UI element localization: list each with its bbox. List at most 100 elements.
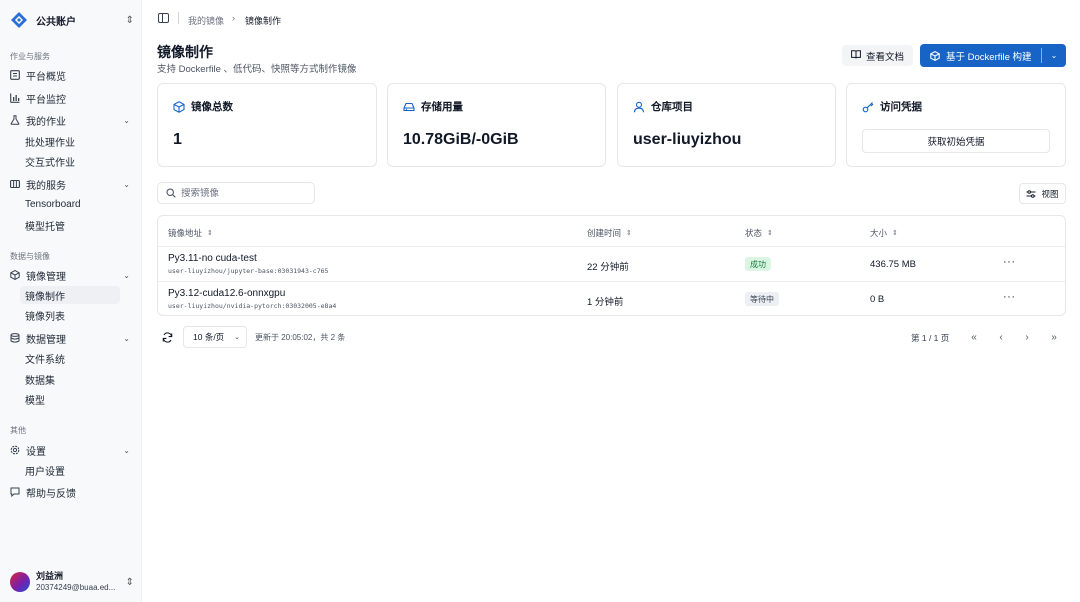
image-size: 436.75 MB (870, 259, 916, 270)
last-page-button[interactable]: » (1045, 328, 1063, 346)
page-size-select[interactable]: 10 条/页 ⌄ (183, 326, 247, 348)
sidebar-item-jobs[interactable]: 我的作业 ⌄ (8, 111, 134, 129)
build-options-dropdown[interactable]: ⌄ (1042, 51, 1066, 60)
sidebar-item-services[interactable]: 我的服务 ⌄ (8, 175, 134, 193)
page-subtitle: 支持 Dockerfile 、低代码、快照等方式制作镜像 (157, 64, 357, 75)
column-header-label: 创建时间 (587, 228, 622, 238)
sidebar-item-label: 平台监控 (26, 94, 66, 106)
search-input[interactable] (181, 187, 301, 199)
build-dockerfile-main[interactable]: 基于 Dockerfile 构建 (920, 49, 1041, 63)
avatar (10, 572, 30, 592)
account-switcher[interactable]: 公共账户 ⇕ (10, 10, 134, 30)
card-credential: 访问凭据 获取初始凭据 (846, 83, 1066, 167)
sidebar-item-jobs-interactive[interactable]: 交互式作业 (20, 152, 120, 170)
table-row[interactable]: Py3.11-no cuda-test user-liuyizhou/jupyt… (158, 247, 1065, 282)
sidebar-item-image-list[interactable]: 镜像列表 (20, 306, 120, 324)
sidebar-item-user-settings[interactable]: 用户设置 (20, 461, 120, 479)
topbar: 我的镜像 › 镜像制作 (143, 0, 1080, 38)
image-address: user-liuyizhou/nvidia-pytorch:03032005-e… (168, 302, 337, 310)
image-name: Py3.12-cuda12.6-onnxgpu (168, 288, 286, 299)
sidebar-item-label: 帮助与反馈 (26, 488, 76, 500)
bar-chart-icon (10, 93, 20, 103)
next-page-button[interactable]: › (1018, 328, 1036, 346)
user-info: 刘益洲 20374249@buaa.ed... (36, 571, 126, 593)
card-storage: 存储用量 10.78GiB/-0GiB (387, 83, 606, 167)
table-row[interactable]: Py3.12-cuda12.6-onnxgpu user-liuyizhou/n… (158, 282, 1065, 315)
sidebar-item-label: 我的服务 (26, 180, 66, 192)
sidebar-item-overview[interactable]: 平台概览 (8, 66, 134, 84)
sidebar-item-label: 设置 (26, 446, 46, 458)
sidebar-toggle-icon[interactable] (158, 13, 169, 23)
more-actions-icon[interactable]: ··· (1003, 291, 1016, 303)
column-header-created[interactable]: 创建时间 ⇕ (587, 227, 632, 239)
build-dockerfile-button[interactable]: 基于 Dockerfile 构建 ⌄ (920, 44, 1066, 67)
view-options-button[interactable]: 视图 (1019, 183, 1066, 204)
sidebar-item-filesystem[interactable]: 文件系统 (20, 349, 120, 367)
divider (178, 12, 179, 24)
image-name: Py3.11-no cuda-test (168, 253, 257, 264)
package-icon (10, 270, 20, 280)
image-table: 镜像地址 ⇕ 创建时间 ⇕ 状态 ⇕ 大小 ⇕ Py3.11-no cuda-test … (157, 215, 1066, 316)
card-header: 仓库项目 (633, 99, 693, 114)
sidebar-item-settings[interactable]: 设置 ⌄ (8, 441, 134, 459)
image-size: 0 B (870, 294, 885, 305)
user-menu[interactable]: 刘益洲 20374249@buaa.ed... ⇕ (10, 570, 134, 594)
hard-drive-icon (403, 101, 415, 113)
sidebar-item-model[interactable]: 模型 (20, 390, 120, 408)
card-label: 访问凭据 (880, 101, 922, 113)
search-box[interactable] (157, 182, 315, 204)
column-header-label: 状态 (745, 228, 763, 238)
first-page-button[interactable]: « (965, 328, 983, 346)
chevrons-right-icon: » (1051, 331, 1057, 343)
page-info: 第 1 / 1 页 (911, 333, 950, 343)
search-icon (166, 188, 176, 198)
column-header-label: 大小 (870, 228, 888, 238)
chevron-down-icon: ⌄ (123, 115, 130, 125)
sidebar-item-dataset[interactable]: 数据集 (20, 370, 120, 388)
sidebar-item-data-mgmt[interactable]: 数据管理 ⌄ (8, 329, 134, 347)
section-label-work: 作业与服务 (10, 52, 50, 61)
card-header: 存储用量 (403, 99, 463, 114)
message-icon (10, 487, 20, 497)
sort-icon: ⇕ (626, 230, 632, 237)
column-header-size[interactable]: 大小 ⇕ (870, 227, 898, 239)
page-title: 镜像制作 (157, 44, 213, 60)
sidebar-item-help[interactable]: 帮助与反馈 (8, 483, 134, 501)
chevron-down-icon: ⌄ (123, 445, 130, 455)
refresh-icon (162, 332, 173, 343)
image-address: user-liuyizhou/jupyter-base:03031943-c76… (168, 267, 329, 275)
refresh-button[interactable] (157, 327, 178, 348)
flask-icon (10, 115, 20, 125)
table-header: 镜像地址 ⇕ 创建时间 ⇕ 状态 ⇕ 大小 ⇕ (158, 216, 1065, 247)
user-icon (633, 101, 645, 113)
more-actions-icon[interactable]: ··· (1003, 256, 1016, 268)
card-image-total: 镜像总数 1 (157, 83, 377, 167)
sidebar-item-image-mgmt[interactable]: 镜像管理 ⌄ (8, 266, 134, 284)
column-header-address[interactable]: 镜像地址 ⇕ (168, 227, 213, 239)
view-docs-label: 查看文档 (865, 51, 904, 63)
sidebar-item-image-build[interactable]: 镜像制作 (20, 286, 120, 304)
section-label-other: 其他 (10, 426, 26, 435)
sidebar-item-label: 我的作业 (26, 116, 66, 128)
chevron-left-icon: ‹ (999, 331, 1003, 343)
sidebar-item-monitor[interactable]: 平台监控 (8, 89, 134, 107)
view-docs-button[interactable]: 查看文档 (842, 45, 913, 66)
sidebar-item-model-hosting[interactable]: 模型托管 (20, 216, 120, 234)
chevron-right-icon: › (1025, 331, 1029, 343)
card-value: 10.78GiB/-0GiB (403, 131, 519, 148)
book-icon (851, 49, 861, 62)
card-repo: 仓库项目 user-liuyizhou (617, 83, 836, 167)
account-name: 公共账户 (36, 16, 76, 28)
sort-icon: ⇕ (767, 230, 773, 237)
prev-page-button[interactable]: ‹ (992, 328, 1010, 346)
breadcrumb-parent[interactable]: 我的镜像 (188, 14, 224, 27)
chevrons-left-icon: « (971, 331, 977, 343)
column-header-status[interactable]: 状态 ⇕ (745, 227, 773, 239)
column-header-label: 镜像地址 (168, 228, 203, 238)
breadcrumb-current: 镜像制作 (245, 16, 282, 26)
package-icon (173, 100, 185, 113)
dashboard-icon (10, 70, 20, 80)
sidebar-item-tensorboard[interactable]: Tensorboard (20, 195, 120, 213)
get-credential-button[interactable]: 获取初始凭据 (862, 129, 1050, 153)
sidebar-item-jobs-batch[interactable]: 批处理作业 (20, 132, 120, 150)
